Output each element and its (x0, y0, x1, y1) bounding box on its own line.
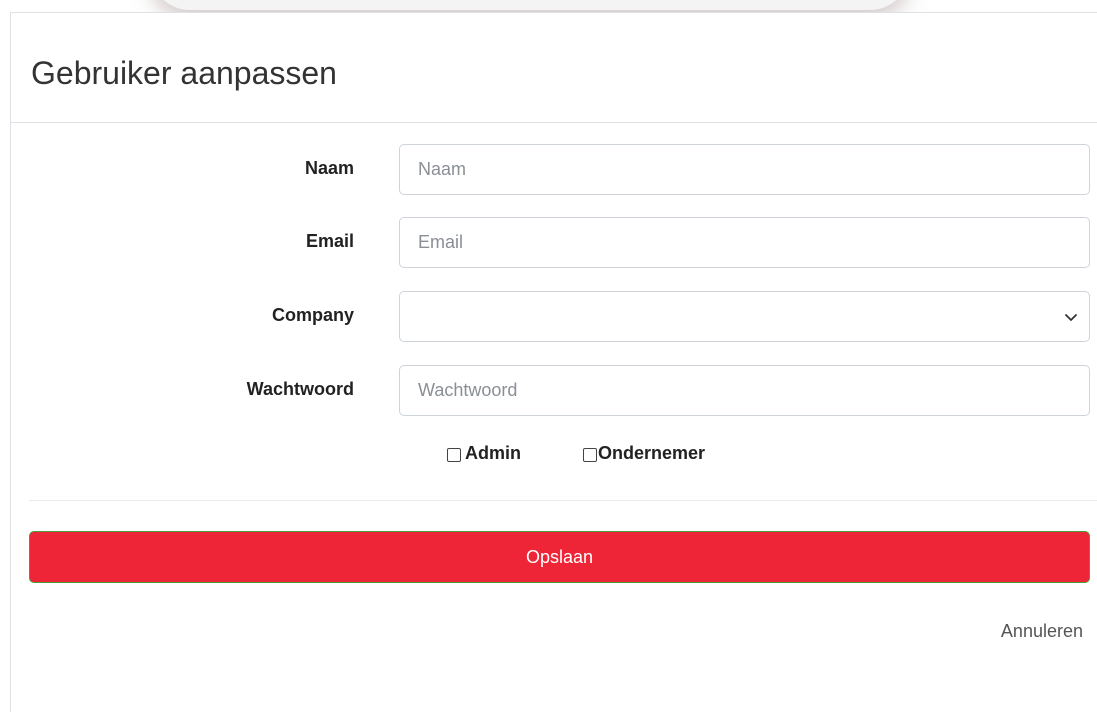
backdrop-shadow (150, 0, 910, 10)
modal-title: Gebruiker aanpassen (31, 55, 337, 91)
admin-checkbox-item[interactable]: Admin (447, 443, 521, 464)
password-row: Wachtwoord (11, 365, 1097, 417)
company-select[interactable] (399, 291, 1090, 342)
role-checkboxes: Admin Ondernemer (11, 443, 1097, 479)
company-row: Company (11, 291, 1097, 343)
email-row: Email (11, 217, 1097, 269)
entrepreneur-checkbox[interactable] (583, 448, 597, 462)
modal-header: Gebruiker aanpassen (11, 13, 1097, 123)
company-label: Company (271, 305, 354, 325)
save-button[interactable]: Opslaan (29, 531, 1090, 583)
cancel-link[interactable]: Annuleren (1001, 621, 1083, 642)
name-label: Naam (304, 158, 354, 178)
form-divider (29, 500, 1097, 501)
password-input[interactable] (399, 365, 1090, 416)
password-label: Wachtwoord (246, 379, 354, 399)
admin-checkbox-label: Admin (465, 443, 521, 463)
entrepreneur-checkbox-item[interactable]: Ondernemer (583, 443, 705, 464)
entrepreneur-checkbox-label: Ondernemer (598, 443, 706, 463)
name-input[interactable] (399, 144, 1090, 195)
edit-user-modal: Gebruiker aanpassen Naam Email Company W… (10, 12, 1097, 712)
email-input[interactable] (399, 217, 1090, 268)
name-row: Naam (11, 144, 1097, 196)
chevron-down-icon (1065, 314, 1077, 321)
admin-checkbox[interactable] (447, 448, 461, 462)
email-label: Email (305, 231, 354, 251)
